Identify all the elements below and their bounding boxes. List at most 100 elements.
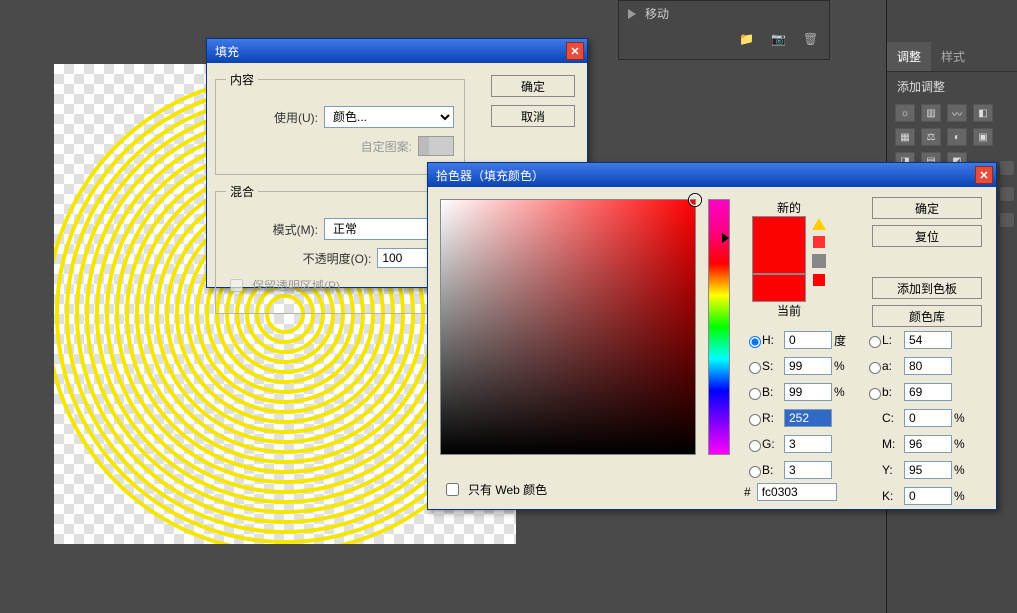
r-radio[interactable]: [749, 414, 761, 426]
lab-b-label: b:: [882, 385, 904, 399]
m-unit: %: [954, 437, 972, 451]
add-swatch-button[interactable]: 添加到色板: [872, 277, 982, 299]
picker-reset-button[interactable]: 复位: [872, 225, 982, 247]
current-color-label: 当前: [777, 302, 801, 319]
web-only-checkbox[interactable]: [446, 483, 459, 496]
content-legend: 内容: [226, 71, 258, 88]
gamut-warning-icon[interactable]: [812, 218, 826, 230]
close-icon[interactable]: ✕: [566, 42, 584, 60]
h-unit: 度: [834, 332, 852, 349]
tab-adjustments[interactable]: 调整: [887, 42, 931, 71]
current-color-swatch: [752, 274, 806, 302]
hex-input[interactable]: [757, 483, 837, 501]
folder-icon[interactable]: 📁: [739, 32, 753, 46]
levels-icon[interactable]: ▥: [921, 104, 941, 122]
cancel-button[interactable]: 取消: [491, 105, 575, 127]
saturation-value-area[interactable]: [440, 199, 696, 455]
h-input[interactable]: [784, 331, 832, 349]
balance-icon[interactable]: ⚖: [921, 128, 941, 146]
hsb-b-input[interactable]: [784, 383, 832, 401]
k-label: K:: [882, 489, 904, 503]
curves-icon[interactable]: 〰: [947, 104, 967, 122]
y-unit: %: [954, 463, 972, 477]
websafe-warning-swatch[interactable]: [813, 274, 825, 286]
ok-button[interactable]: 确定: [491, 75, 575, 97]
r-input[interactable]: [784, 409, 832, 427]
sv-cursor-icon: [689, 194, 701, 206]
panel-knob-2[interactable]: [999, 186, 1015, 202]
add-adjustment-label: 添加调整: [887, 72, 1017, 101]
s-unit: %: [834, 359, 852, 373]
opacity-label: 不透明度(O):: [303, 250, 372, 267]
web-only-label: 只有 Web 颜色: [468, 481, 547, 498]
pattern-swatch: [418, 136, 454, 156]
g-input[interactable]: [784, 435, 832, 453]
vibrance-icon[interactable]: ▦: [895, 128, 915, 146]
bw-icon[interactable]: ◐: [947, 128, 967, 146]
l-label: L:: [882, 333, 904, 347]
s-label: S:: [762, 359, 784, 373]
panel-knob-1[interactable]: [999, 160, 1015, 176]
hue-pointer-icon: [722, 233, 729, 243]
use-label: 使用(U):: [274, 109, 318, 126]
expand-icon[interactable]: [628, 9, 636, 19]
picker-ok-button[interactable]: 确定: [872, 197, 982, 219]
trash-icon[interactable]: 🗑: [803, 32, 817, 46]
color-library-button[interactable]: 颜色库: [872, 305, 982, 327]
k-unit: %: [954, 489, 972, 503]
move-label: 移动: [645, 5, 669, 22]
s-input[interactable]: [784, 357, 832, 375]
rgb-b-label: B:: [762, 463, 784, 477]
move-tool-panel: 移动 📁 📷 🗑: [618, 0, 830, 60]
k-input[interactable]: [904, 487, 952, 505]
picker-title: 拾色器（填充颜色）: [436, 167, 544, 184]
h-radio[interactable]: [749, 336, 761, 348]
h-label: H:: [762, 333, 784, 347]
hsb-b-label: B:: [762, 385, 784, 399]
close-icon[interactable]: ✕: [975, 166, 993, 184]
photo-filter-icon[interactable]: ▣: [973, 128, 993, 146]
fill-title: 填充: [215, 43, 239, 60]
l-input[interactable]: [904, 331, 952, 349]
fill-titlebar[interactable]: 填充 ✕: [207, 39, 587, 63]
a-label: a:: [882, 359, 904, 373]
blend-legend: 混合: [226, 183, 258, 200]
picker-titlebar[interactable]: 拾色器（填充颜色） ✕: [428, 163, 996, 187]
collapsed-panel-icons: [999, 160, 1015, 228]
c-unit: %: [954, 411, 972, 425]
lab-b-input[interactable]: [904, 383, 952, 401]
g-label: G:: [762, 437, 784, 451]
c-input[interactable]: [904, 409, 952, 427]
c-label: C:: [882, 411, 904, 425]
use-select[interactable]: 颜色...: [324, 106, 454, 128]
websafe-warning-icon[interactable]: [812, 254, 826, 268]
color-picker-dialog: 拾色器（填充颜色） ✕ 确定 复位 添加到色板 颜色库 新的: [427, 162, 997, 510]
hsb-b-unit: %: [834, 385, 852, 399]
brightness-icon[interactable]: ☼: [895, 104, 915, 122]
s-radio[interactable]: [749, 362, 761, 374]
y-input[interactable]: [904, 461, 952, 479]
camera-icon[interactable]: 📷: [771, 32, 785, 46]
preserve-transparency-label: 保留透明区域(P): [252, 277, 340, 294]
m-input[interactable]: [904, 435, 952, 453]
lab-b-radio[interactable]: [869, 388, 881, 400]
new-color-swatch: [752, 216, 806, 274]
mode-label: 模式(M):: [273, 221, 318, 238]
exposure-icon[interactable]: ◧: [973, 104, 993, 122]
a-radio[interactable]: [869, 362, 881, 374]
tab-styles[interactable]: 样式: [931, 42, 975, 71]
m-label: M:: [882, 437, 904, 451]
rgb-b-radio[interactable]: [749, 466, 761, 478]
hex-prefix: #: [744, 485, 751, 499]
a-input[interactable]: [904, 357, 952, 375]
hsb-b-radio[interactable]: [749, 388, 761, 400]
g-radio[interactable]: [749, 440, 761, 452]
panel-knob-3[interactable]: [999, 212, 1015, 228]
rgb-b-input[interactable]: [784, 461, 832, 479]
r-label: R:: [762, 411, 784, 425]
y-label: Y:: [882, 463, 904, 477]
l-radio[interactable]: [869, 336, 881, 348]
new-color-label: 新的: [777, 199, 801, 216]
preserve-transparency-checkbox: [230, 279, 243, 292]
gamut-warning-swatch[interactable]: [813, 236, 825, 248]
